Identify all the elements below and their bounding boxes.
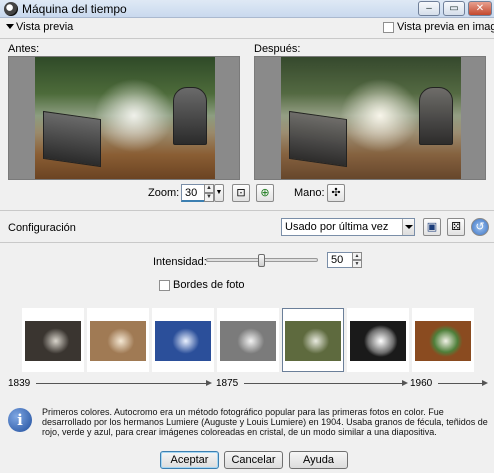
era-thumbnail-color[interactable]: [412, 308, 474, 372]
era-image: [25, 321, 81, 361]
after-label: Después:: [254, 43, 301, 55]
locomotive-shape: [419, 87, 453, 145]
photo-borders-checkbox[interactable]: [159, 280, 170, 291]
divider: [0, 242, 494, 243]
zoom-input[interactable]: 30: [181, 184, 205, 202]
caret-down-icon[interactable]: [6, 24, 14, 29]
era-thumbnail-bw[interactable]: [217, 308, 279, 372]
preview-toggle-row: Vista previa Vista previa en imagen: [0, 18, 494, 38]
maximize-icon[interactable]: ▭: [443, 1, 465, 16]
window-title: Máquina del tiempo: [22, 2, 127, 16]
zoom-dropdown-button[interactable]: ▼: [214, 184, 224, 202]
train-car-shape: [43, 110, 101, 168]
zoom-label: Zoom:: [148, 187, 180, 199]
era-thumbnail-autochrome[interactable]: [282, 308, 344, 372]
intensity-input[interactable]: 50: [327, 252, 353, 268]
accept-button[interactable]: Aceptar: [160, 451, 219, 469]
era-image: [285, 321, 341, 361]
chevron-down-icon: [402, 219, 414, 235]
timeline-line: [36, 383, 206, 384]
timeline-start-label: 1839: [8, 378, 31, 389]
timeline-mid-label: 1875: [216, 378, 239, 389]
app-icon: [4, 2, 18, 16]
preview-in-image-label[interactable]: Vista previa en imagen: [397, 21, 494, 33]
era-image: [415, 321, 471, 361]
timeline-line: [244, 383, 402, 384]
intensity-slider-thumb[interactable]: [258, 254, 265, 267]
preview-toggle-label[interactable]: Vista previa: [16, 21, 73, 33]
hand-label: Mano:: [294, 187, 325, 199]
info-icon: i: [8, 408, 32, 432]
help-button[interactable]: Ayuda: [289, 451, 348, 469]
zoom-up-icon[interactable]: ▲: [204, 184, 214, 193]
minimize-icon[interactable]: –: [418, 1, 440, 16]
era-thumbnail-bw-contrast[interactable]: [347, 308, 409, 372]
hand-pan-icon[interactable]: ✣: [327, 184, 345, 202]
randomize-icon[interactable]: ⚄: [447, 218, 465, 236]
timeline-end-label: 1960: [410, 378, 433, 389]
divider: [0, 38, 494, 39]
preview-in-image-checkbox[interactable]: [383, 22, 394, 33]
before-label: Antes:: [8, 43, 40, 55]
era-thumbnail-sepia[interactable]: [87, 308, 149, 372]
photo-borders-label[interactable]: Bordes de foto: [173, 279, 245, 291]
after-preview[interactable]: [254, 56, 486, 180]
era-description: Primeros colores. Autocromo era un métod…: [42, 407, 488, 437]
intensity-label: Intensidad:: [153, 256, 207, 268]
timeline-arrow-icon: [206, 380, 212, 386]
era-image: [220, 321, 276, 361]
timeline-line: [438, 383, 482, 384]
timeline-arrow-icon: [402, 380, 408, 386]
locomotive-shape: [173, 87, 207, 145]
reset-icon[interactable]: ↺: [471, 218, 489, 236]
save-preset-icon[interactable]: ▣: [423, 218, 441, 236]
before-photo: [35, 57, 215, 179]
divider: [0, 210, 494, 211]
intensity-up-icon[interactable]: ▲: [352, 252, 362, 260]
era-thumbnail-cyanotype[interactable]: [152, 308, 214, 372]
preset-select-value: Usado por última vez: [285, 221, 389, 233]
configuration-label: Configuración: [8, 222, 76, 234]
after-photo: [281, 57, 461, 179]
title-bar: Máquina del tiempo – ▭ ✕: [0, 0, 494, 18]
intensity-down-icon[interactable]: ▼: [352, 260, 362, 268]
era-thumbnail-1839[interactable]: [22, 308, 84, 372]
zoom-100-icon[interactable]: ⊕: [256, 184, 274, 202]
era-image: [155, 321, 211, 361]
before-preview[interactable]: [8, 56, 240, 180]
train-car-shape: [289, 110, 347, 168]
close-icon[interactable]: ✕: [468, 1, 492, 16]
era-image: [350, 321, 406, 361]
fit-window-icon[interactable]: ⊡: [232, 184, 250, 202]
preset-select[interactable]: Usado por última vez: [281, 218, 415, 236]
cancel-button[interactable]: Cancelar: [224, 451, 283, 469]
era-image: [90, 321, 146, 361]
zoom-down-icon[interactable]: ▼: [204, 193, 214, 202]
timeline-arrow-icon: [482, 380, 488, 386]
